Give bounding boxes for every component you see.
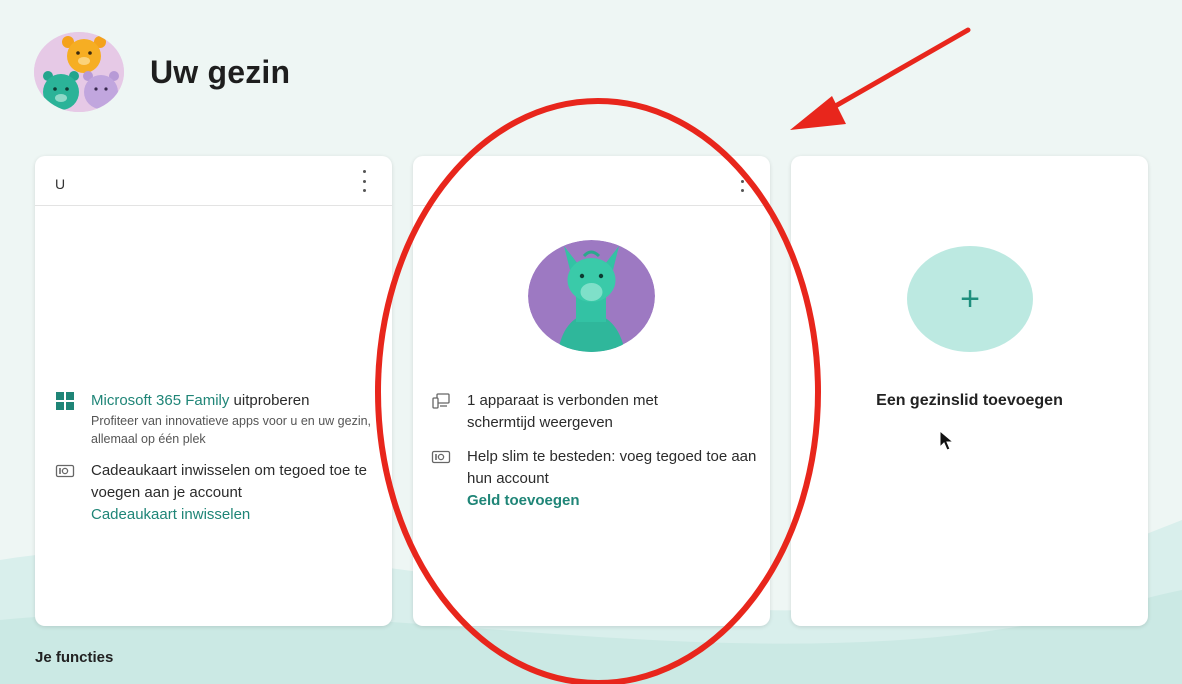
devices-icon bbox=[432, 393, 450, 409]
more-vertical-icon[interactable] bbox=[358, 170, 370, 192]
add-family-member-card[interactable]: + Een gezinslid toevoegen bbox=[791, 156, 1148, 626]
annotation-arrow-head bbox=[790, 96, 846, 130]
ms365-subtext: Profiteer van innovatieve apps voor u en… bbox=[91, 414, 372, 446]
giftcard-text: Cadeaukaart inwisselen om tegoed toe te … bbox=[91, 462, 368, 501]
redeem-giftcard-link[interactable]: Cadeaukaart inwisselen bbox=[91, 504, 375, 526]
add-money-link[interactable]: Geld toevoegen bbox=[467, 490, 757, 512]
page-title: Uw gezin bbox=[150, 53, 291, 90]
ms365-family-link[interactable]: Microsoft 365 Family bbox=[91, 392, 229, 409]
llama-avatar-icon bbox=[528, 240, 655, 352]
page-header: Uw gezin bbox=[34, 32, 290, 112]
gift-card-icon bbox=[55, 464, 75, 478]
family-member-card-child[interactable]: 1 apparaat is verbonden met schermtijd w… bbox=[413, 156, 770, 626]
giftcard-row: Cadeaukaart inwisselen om tegoed toe te … bbox=[55, 460, 375, 526]
mouse-cursor-icon bbox=[939, 430, 955, 451]
annotation-arrow-line bbox=[815, 27, 971, 119]
money-text: Help slim te besteden: voeg tegoed toe a… bbox=[467, 448, 757, 487]
money-row: Help slim te besteden: voeg tegoed toe a… bbox=[431, 446, 761, 512]
gift-card-icon bbox=[431, 450, 451, 464]
card-header: U bbox=[35, 156, 392, 206]
device-row: 1 apparaat is verbonden met schermtijd w… bbox=[431, 390, 761, 434]
family-member-card-self[interactable]: U Microsoft 365 Family uitproberen Profi… bbox=[35, 156, 392, 626]
ms365-text: uitproberen bbox=[229, 392, 310, 409]
add-member-label[interactable]: Een gezinslid toevoegen bbox=[791, 392, 1148, 410]
plus-icon: + bbox=[960, 280, 980, 318]
microsoft-logo-icon bbox=[56, 392, 74, 410]
features-heading: Je functies bbox=[35, 649, 114, 666]
ms365-promo: Microsoft 365 Family uitproberen Profite… bbox=[55, 390, 375, 448]
bears-family-icon bbox=[34, 32, 124, 112]
more-vertical-icon[interactable] bbox=[736, 170, 748, 192]
card-header bbox=[413, 156, 770, 206]
add-member-button[interactable]: + bbox=[907, 246, 1033, 352]
device-text: 1 apparaat is verbonden met schermtijd w… bbox=[467, 392, 658, 431]
member-name: U bbox=[55, 176, 66, 192]
